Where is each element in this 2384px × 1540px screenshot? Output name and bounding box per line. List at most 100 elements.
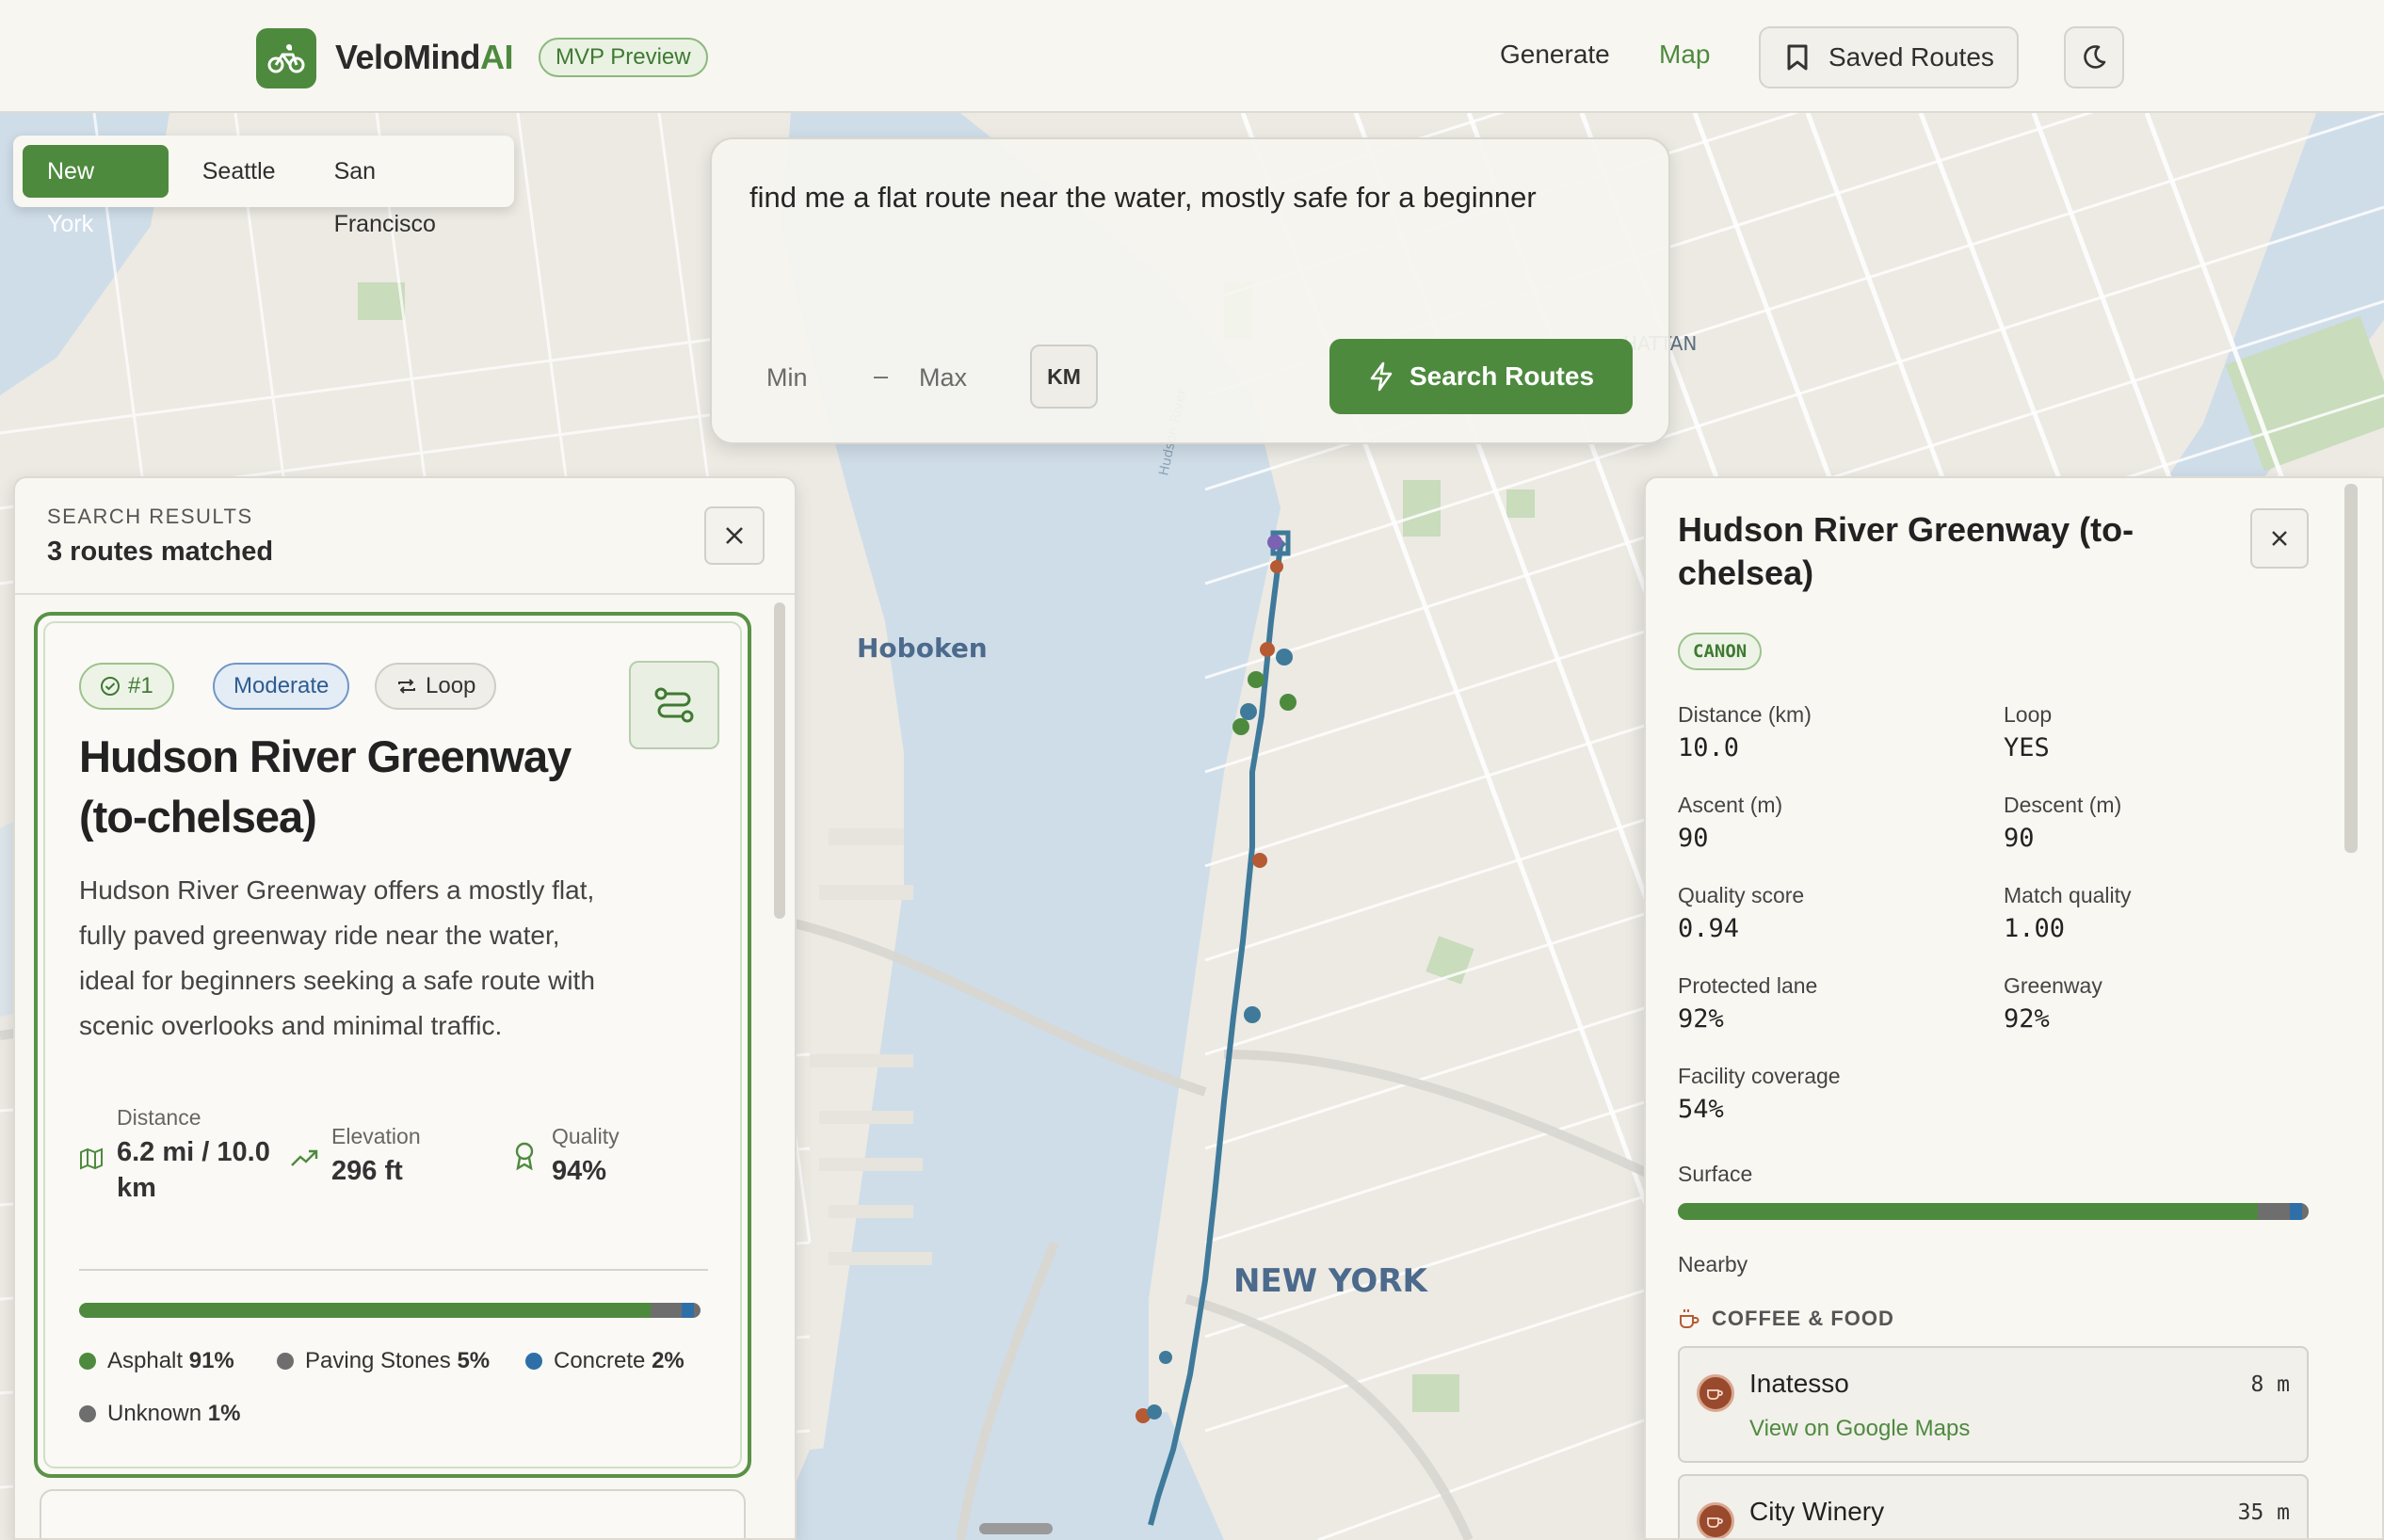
surface-segment-paving-stones — [2257, 1203, 2290, 1220]
close-icon — [726, 527, 743, 544]
city-selector: New York Seattle San Francisco — [13, 136, 514, 237]
metric-descent-value: 90 — [2004, 824, 2035, 853]
detail-surface-bar — [1678, 1203, 2309, 1220]
quality-value: 94% — [552, 1156, 607, 1186]
route-description: Hudson River Greenway offers a mostly fl… — [79, 875, 595, 1040]
bookmark-icon — [1787, 44, 1808, 71]
distance-separator: – — [874, 361, 889, 390]
show-route-button[interactable] — [629, 661, 719, 749]
rank-badge: #1 — [79, 663, 174, 710]
legend-paving-stones: Paving Stones 5% — [277, 1348, 490, 1374]
city-tab-new-york[interactable]: New York — [23, 145, 169, 237]
saved-routes-button[interactable]: Saved Routes — [1759, 26, 2019, 88]
metric-facility-coverage-value: 54% — [1678, 1095, 1724, 1124]
results-divider — [15, 593, 795, 595]
legend-paving-stones-pct: 5% — [457, 1348, 491, 1373]
detail-title: Hudson River Greenway (to-chelsea) — [1678, 510, 2134, 592]
check-circle-icon — [101, 677, 120, 696]
map-drag-handle[interactable] — [979, 1523, 1053, 1534]
distance-value: 6.2 mi / 10.0 km — [117, 1137, 270, 1203]
surface-section-label: Surface — [1678, 1162, 1753, 1186]
elevation-value: 296 ft — [331, 1156, 403, 1186]
poi-distance: 8 m — [2250, 1372, 2290, 1397]
max-distance-input[interactable]: Max — [919, 363, 967, 393]
min-distance-input[interactable]: Min — [766, 363, 808, 393]
category-label: COFFEE & FOOD — [1712, 1307, 1894, 1330]
surface-segment-asphalt — [1678, 1203, 2258, 1220]
metric-match-quality-value: 1.00 — [2004, 914, 2066, 943]
metric-protected-lane: Protected lane 92% — [1678, 973, 1817, 1034]
difficulty-badge: Moderate — [213, 663, 350, 710]
route-detail-panel: Hudson River Greenway (to-chelsea) CANON… — [1644, 476, 2384, 1540]
lightning-icon — [1370, 361, 1393, 392]
metric-loop-label: Loop — [2004, 702, 2053, 727]
brand-name[interactable]: VeloMindAI — [335, 38, 514, 77]
search-routes-button[interactable]: Search Routes — [1329, 339, 1633, 414]
saved-routes-label: Saved Routes — [1828, 42, 1994, 72]
close-detail-button[interactable] — [2250, 508, 2309, 569]
surface-bar — [79, 1303, 701, 1318]
loop-label: Loop — [426, 673, 476, 698]
metric-greenway-label: Greenway — [2004, 973, 2102, 998]
legend-unknown-name: Unknown — [107, 1401, 202, 1426]
rank-label: #1 — [128, 673, 153, 698]
metric-loop: Loop YES — [2004, 702, 2052, 762]
legend-unknown: Unknown 1% — [79, 1401, 240, 1427]
legend-dot-paving-stones — [277, 1353, 294, 1370]
route-title[interactable]: Hudson River Greenway (to-chelsea) — [79, 727, 606, 847]
metric-descent: Descent (m) 90 — [2004, 793, 2121, 853]
category-coffee-food: COFFEE & FOOD — [1678, 1307, 1894, 1331]
query-input[interactable]: find me a flat route near the water, mos… — [749, 181, 1537, 215]
legend-dot-unknown — [79, 1405, 96, 1422]
google-maps-link[interactable]: View on Google Maps — [1749, 1416, 1970, 1442]
poi-card-city-winery[interactable]: City Winery 35 m — [1678, 1474, 2309, 1538]
metric-protected-lane-label: Protected lane — [1678, 973, 1818, 998]
metric-distance-value: 10.0 — [1678, 733, 1740, 762]
unit-toggle-button[interactable]: KM — [1030, 345, 1098, 409]
coffee-icon — [1697, 1502, 1734, 1538]
city-tab-seattle[interactable]: Seattle — [178, 145, 300, 198]
metric-distance: Distance (km) 10.0 — [1678, 702, 1812, 762]
metric-loop-value: YES — [2004, 733, 2050, 762]
distance-label: Distance — [117, 1105, 201, 1130]
city-tab-san-francisco[interactable]: San Francisco — [310, 145, 505, 237]
mvp-preview-badge: MVP Preview — [539, 38, 708, 77]
route-icon — [654, 687, 694, 723]
nav-map[interactable]: Map — [1659, 40, 1710, 70]
nav-generate[interactable]: Generate — [1500, 40, 1610, 70]
poi-name: Inatesso — [1749, 1369, 1849, 1398]
detail-scrollbar[interactable] — [2344, 484, 2358, 853]
metric-descent-label: Descent (m) — [2004, 793, 2122, 817]
award-icon — [515, 1142, 534, 1171]
coffee-icon — [1697, 1374, 1734, 1412]
legend-paving-stones-name: Paving Stones — [305, 1348, 451, 1373]
elevation-label: Elevation — [331, 1124, 421, 1148]
map-icon — [80, 1147, 103, 1170]
legend-asphalt-pct: 91% — [188, 1348, 234, 1373]
metric-quality-score: Quality score 0.94 — [1678, 883, 1804, 943]
metric-greenway: Greenway 92% — [2004, 973, 2102, 1034]
close-results-button[interactable] — [704, 506, 765, 565]
metric-greenway-value: 92% — [2004, 1004, 2050, 1034]
map-label-new-york: NEW YORK — [1233, 1262, 1429, 1300]
legend-asphalt-name: Asphalt — [107, 1348, 184, 1373]
route-card-next[interactable] — [40, 1489, 746, 1538]
moon-icon — [2084, 45, 2106, 69]
coffee-cup-icon — [1680, 1309, 1699, 1328]
theme-toggle-button[interactable] — [2064, 26, 2124, 88]
route-card[interactable]: #1 Moderate Loop Hudson River Greenway (… — [34, 612, 751, 1478]
loop-icon — [398, 679, 415, 694]
metric-ascent-label: Ascent (m) — [1678, 793, 1783, 817]
logo-bike-icon[interactable] — [256, 28, 316, 88]
metric-distance-label: Distance (km) — [1678, 702, 1812, 727]
surface-segment-concrete — [681, 1303, 695, 1318]
map-label-hoboken: Hoboken — [857, 633, 988, 664]
canon-badge: CANON — [1678, 633, 1763, 670]
poi-card-inatesso[interactable]: Inatesso 8 m View on Google Maps — [1678, 1346, 2309, 1463]
close-icon — [2272, 531, 2287, 546]
surface-segment-unknown — [2302, 1203, 2309, 1220]
results-scrollbar[interactable] — [774, 602, 785, 919]
metric-quality-score-label: Quality score — [1678, 883, 1805, 907]
metric-match-quality-label: Match quality — [2004, 883, 2132, 907]
metric-facility-coverage-label: Facility coverage — [1678, 1064, 1841, 1088]
